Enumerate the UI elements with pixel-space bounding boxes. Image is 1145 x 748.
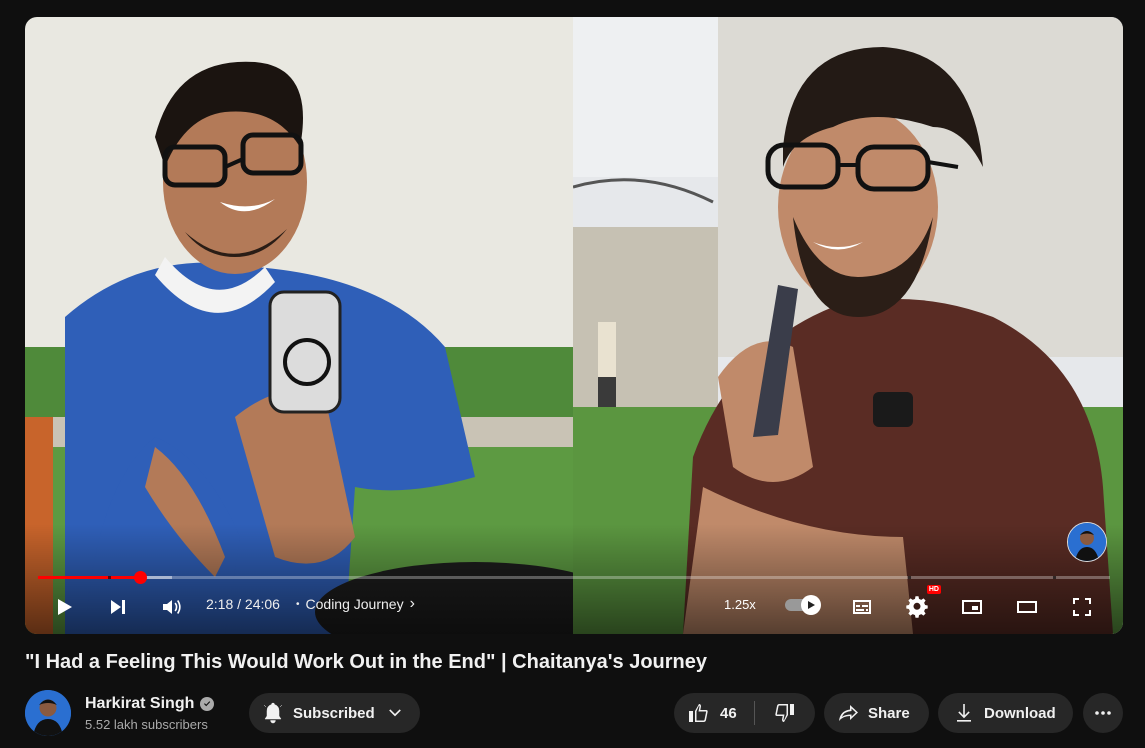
fullscreen-button[interactable] (1064, 589, 1100, 625)
play-button[interactable] (46, 589, 82, 625)
chapter-marker (1053, 576, 1056, 579)
fullscreen-icon (1073, 598, 1091, 616)
play-icon (58, 599, 72, 615)
subscribe-button[interactable]: Subscribed (249, 693, 420, 733)
next-icon (111, 600, 125, 614)
video-frame-right (573, 17, 1123, 634)
settings-icon (906, 596, 928, 618)
autoplay-toggle[interactable] (785, 595, 823, 615)
chevron-down-icon (388, 709, 401, 717)
channel-name-link[interactable]: Harkirat Singh (85, 694, 215, 713)
time-separator: / (237, 596, 242, 612)
miniplayer-button[interactable] (954, 589, 990, 625)
subscriber-count: 5.52 lakh subscribers (85, 716, 208, 732)
video-frame-left (25, 17, 573, 634)
channel-info: Harkirat Singh 5.52 lakh subscribers (85, 694, 215, 732)
like-dislike-group: 46 (674, 693, 815, 733)
download-label: Download (984, 704, 1056, 722)
playback-speed[interactable]: 1.25x (724, 597, 756, 612)
volume-icon (163, 600, 181, 614)
next-button[interactable] (100, 589, 136, 625)
play-small-icon (808, 601, 815, 609)
channel-avatar[interactable] (25, 690, 71, 736)
theater-button[interactable] (1009, 589, 1045, 625)
like-icon (689, 704, 708, 722)
progress-played (38, 576, 140, 579)
channel-owner: Harkirat Singh 5.52 lakh subscribers (25, 689, 215, 737)
chapter-marker (108, 576, 111, 579)
share-label: Share (868, 704, 910, 722)
volume-button[interactable] (154, 589, 190, 625)
duration: 24:06 (244, 596, 280, 612)
current-time: 2:18 (206, 596, 234, 612)
chapter-title: Coding Journey (305, 596, 404, 612)
time-display: 2:18 / 24:06 (206, 596, 280, 612)
chevron-right-icon: › (409, 595, 415, 612)
download-button[interactable]: Download (938, 693, 1073, 733)
autoplay-knob (801, 595, 821, 615)
like-button[interactable]: 46 (674, 693, 754, 733)
dislike-icon (775, 704, 794, 722)
video-title: "I Had a Feeling This Would Work Out in … (25, 651, 707, 673)
hd-badge: HD (926, 585, 941, 594)
subtitles-icon (853, 600, 871, 614)
player-controls: 2:18 / 24:06 • Coding Journey › 1.25x HD (25, 585, 1123, 629)
more-icon (1095, 711, 1111, 715)
subscribe-label: Subscribed (293, 704, 375, 722)
miniplayer-icon (962, 600, 982, 614)
chapter-dot: • (296, 598, 300, 610)
progress-bar[interactable] (38, 571, 1110, 584)
share-icon (839, 705, 858, 721)
verified-icon (200, 696, 215, 711)
chapter-marker (908, 576, 911, 579)
dislike-button[interactable] (755, 693, 815, 733)
more-actions-button[interactable] (1083, 693, 1123, 733)
subtitles-button[interactable] (844, 589, 880, 625)
bell-icon (263, 702, 283, 724)
video-player[interactable]: 2:18 / 24:06 • Coding Journey › 1.25x HD (25, 17, 1123, 634)
progress-scrubber[interactable] (133, 571, 147, 584)
channel-watermark[interactable] (1067, 522, 1107, 562)
settings-button[interactable]: HD (899, 585, 941, 625)
channel-name: Harkirat Singh (85, 694, 195, 712)
theater-icon (1017, 601, 1037, 613)
like-count: 46 (720, 704, 737, 722)
chapter-button[interactable]: • Coding Journey › (296, 595, 415, 613)
download-icon (957, 704, 971, 722)
share-button[interactable]: Share (824, 693, 929, 733)
